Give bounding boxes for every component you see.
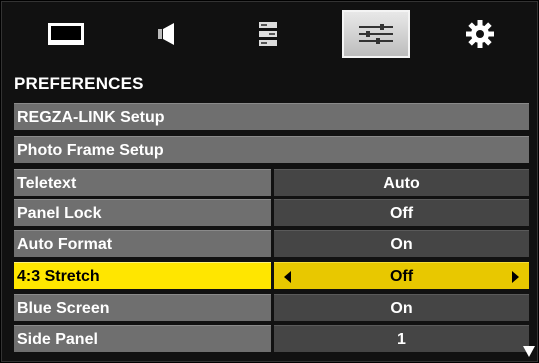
scroll-down-arrow-icon[interactable] [523,346,535,357]
menu-item-value: Off [274,199,529,226]
menu-item-photo-frame-setup[interactable]: Photo Frame Setup [14,136,529,163]
setup-gear-icon [466,20,494,48]
tab-options[interactable] [234,10,302,58]
menu-item-label: Auto Format [14,230,271,257]
menu-item-label: Panel Lock [14,199,271,226]
menu-heading: PREFERENCES [14,74,144,93]
menu-item-value: On [274,230,529,257]
sound-icon [158,23,174,45]
menu-item-auto-format[interactable]: Auto Format On [14,230,529,257]
tab-preferences[interactable] [342,10,410,58]
menu-item-4-3-stretch[interactable]: 4:3 Stretch Off [14,262,529,289]
menu-item-value: Off [389,268,414,285]
menu-item-panel-lock[interactable]: Panel Lock Off [14,199,529,226]
tab-picture[interactable] [32,10,100,58]
arrow-left-icon[interactable] [284,271,291,283]
menu-item-value: On [274,294,529,321]
menu-item-blue-screen[interactable]: Blue Screen On [14,294,529,321]
arrow-right-icon[interactable] [512,271,519,283]
menu-item-label: Photo Frame Setup [14,136,529,163]
menu-item-value: 1 [274,325,529,352]
menu-item-label: Side Panel [14,325,271,352]
menu-tab-bar [2,2,539,68]
options-list-icon [259,22,277,46]
preferences-sliders-icon [359,24,393,44]
menu-item-value-selector[interactable]: Off [274,262,529,289]
tab-setup[interactable] [446,10,514,58]
picture-icon [48,23,84,45]
tab-sound[interactable] [132,10,200,58]
menu-item-side-panel[interactable]: Side Panel 1 [14,325,529,352]
menu-item-label: REGZA-LINK Setup [14,103,529,130]
menu-item-label: 4:3 Stretch [14,262,271,289]
menu-item-teletext[interactable]: Teletext Auto [14,169,529,196]
menu-item-regza-link-setup[interactable]: REGZA-LINK Setup [14,103,529,130]
menu-panel: PREFERENCES REGZA-LINK Setup Photo Frame… [1,1,538,362]
menu-item-label: Teletext [14,169,271,196]
menu-item-label: Blue Screen [14,294,271,321]
menu-item-value: Auto [274,169,529,196]
